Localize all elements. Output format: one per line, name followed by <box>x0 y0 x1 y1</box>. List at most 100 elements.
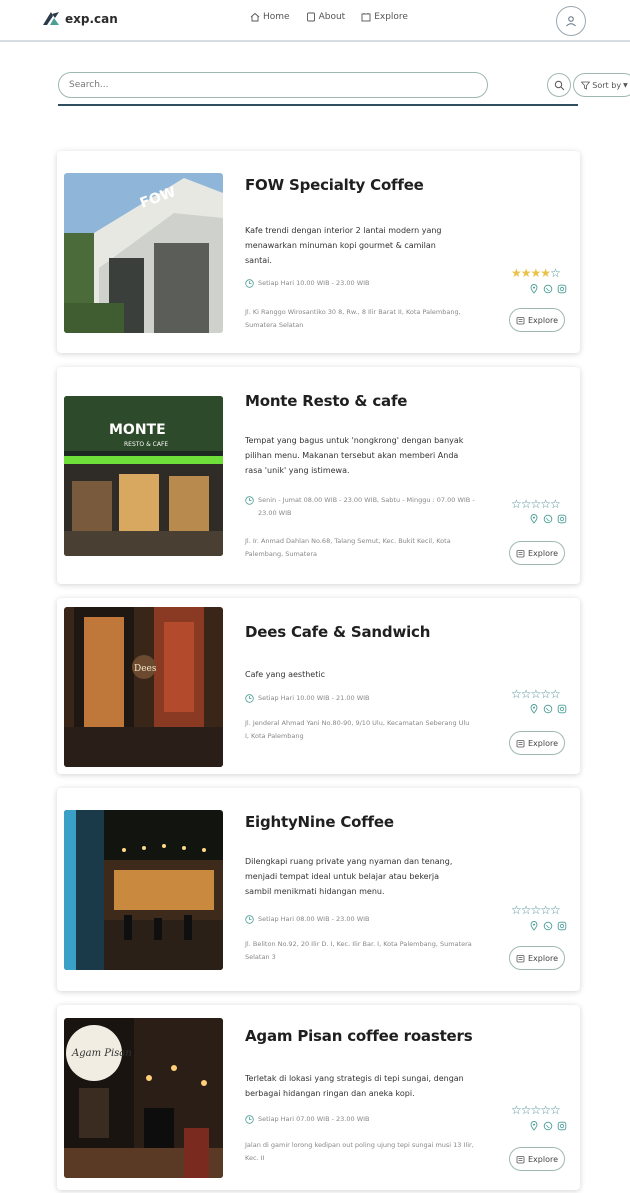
star-icon: ★ <box>511 266 522 280</box>
whatsapp-icon[interactable] <box>543 514 553 524</box>
filter-icon <box>581 81 591 90</box>
cafe-address: Jl. Beliton No.92, 20 Ilir D. I, Kec. Il… <box>245 940 472 961</box>
chevron-down-icon: ▼ <box>623 81 628 89</box>
cafe-hours: Setiap Hari 10.00 WIB - 23.00 WIB <box>245 277 475 290</box>
star-icon: ☆ <box>550 266 561 280</box>
cafe-hours: Setiap Hari 10.00 WIB - 21.00 WIB <box>245 692 475 705</box>
cafe-icon <box>516 954 525 962</box>
cafe-hours-text: Setiap Hari 10.00 WIB - 21.00 WIB <box>258 694 370 702</box>
svg-text:MONTE: MONTE <box>109 422 166 438</box>
search-icon <box>554 80 564 90</box>
cafe-title[interactable]: Agam Pisan coffee roasters <box>245 1027 473 1045</box>
whatsapp-icon[interactable] <box>543 1121 553 1131</box>
explore-button[interactable]: Explore <box>509 1147 565 1171</box>
cafe-title[interactable]: FOW Specialty Coffee <box>245 176 424 194</box>
search-bar: Sort by ▼ <box>58 72 630 104</box>
explore-button[interactable]: Explore <box>509 946 565 970</box>
cafe-hours-text: Senin - Jumat 08.00 WIB - 23.00 WIB, Sab… <box>258 496 475 517</box>
brand-logo[interactable]: exp.can <box>41 9 118 29</box>
svg-text:Dees: Dees <box>134 664 157 674</box>
main-nav: Home About Explore <box>250 12 408 22</box>
whatsapp-icon[interactable] <box>543 284 553 294</box>
home-icon <box>250 12 260 22</box>
cafe-title[interactable]: EightyNine Coffee <box>245 813 394 831</box>
contact-links <box>529 284 567 294</box>
contact-links <box>529 514 567 524</box>
cafe-address: Jalan di gamir lorong kedipan out poling… <box>245 1141 474 1162</box>
cafe-card: FOW FOW Specialty Coffee Kafe trendi den… <box>57 151 580 353</box>
star-icon: ☆☆☆☆☆ <box>511 1103 561 1117</box>
cafe-description: Kafe trendi dengan interior 2 lantai mod… <box>245 226 442 265</box>
clock-icon <box>245 694 254 703</box>
search-input[interactable] <box>58 72 488 98</box>
nav-home-label: Home <box>263 12 290 22</box>
divider <box>58 104 578 106</box>
instagram-icon[interactable] <box>557 284 567 294</box>
user-icon <box>566 16 576 27</box>
rating-stars: ★★★★☆ <box>511 266 561 280</box>
cafe-description: Terletak di lokasi yang strategis di tep… <box>245 1074 464 1098</box>
rating-stars: ☆☆☆☆☆ <box>511 904 561 916</box>
cafe-description: Tempat yang bagus untuk 'nongkrong' deng… <box>245 436 464 475</box>
contact-links <box>529 704 567 714</box>
explore-button[interactable]: Explore <box>509 308 565 332</box>
cafe-hours: Setiap Hari 07.00 WIB - 23.00 WIB <box>245 1113 475 1126</box>
location-icon[interactable] <box>529 704 539 714</box>
instagram-icon[interactable] <box>557 704 567 714</box>
explore-label: Explore <box>527 315 559 325</box>
cafe-photo[interactable]: Dees <box>64 607 223 767</box>
nav-explore-label: Explore <box>374 12 408 22</box>
clock-icon <box>245 915 254 924</box>
top-navbar: exp.can Home About Explore <box>0 0 630 42</box>
rating-stars: ☆☆☆☆☆ <box>511 497 561 511</box>
instagram-icon[interactable] <box>557 1121 567 1131</box>
explore-label: Explore <box>527 953 559 963</box>
instagram-icon[interactable] <box>557 514 567 524</box>
star-icon: ★ <box>530 266 542 280</box>
explore-label: Explore <box>527 548 559 558</box>
svg-text:RESTO & CAFE: RESTO & CAFE <box>124 441 168 448</box>
cafe-description: Cafe yang aesthetic <box>245 670 325 679</box>
nav-home[interactable]: Home <box>250 12 290 22</box>
cafe-hours: Senin - Jumat 08.00 WIB - 23.00 WIB, Sab… <box>245 494 475 520</box>
location-icon[interactable] <box>529 284 539 294</box>
whatsapp-icon[interactable] <box>543 921 553 931</box>
cafe-hours-text: Setiap Hari 07.00 WIB - 23.00 WIB <box>258 1115 370 1123</box>
cafe-card: MONTE RESTO & CAFE Monte Resto & cafe Te… <box>57 367 580 584</box>
explore-button[interactable]: Explore <box>509 541 565 565</box>
sort-label: Sort by <box>592 80 622 90</box>
contact-links <box>529 1121 567 1131</box>
cafe-icon <box>516 1155 525 1163</box>
sort-button[interactable]: Sort by ▼ <box>573 73 630 97</box>
cafe-photo[interactable]: Agam Pisan <box>64 1018 223 1178</box>
location-icon[interactable] <box>529 921 539 931</box>
explore-icon <box>361 13 371 22</box>
star-icon: ☆☆☆☆☆ <box>511 687 561 701</box>
instagram-icon[interactable] <box>557 921 567 931</box>
rating-stars: ☆☆☆☆☆ <box>511 687 561 701</box>
cafe-card: Dees Dees Cafe & Sandwich Cafe yang aest… <box>57 598 580 774</box>
svg-text:Agam Pisan: Agam Pisan <box>71 1048 132 1059</box>
clock-icon <box>245 279 254 288</box>
nav-about[interactable]: About <box>306 12 345 22</box>
nav-explore[interactable]: Explore <box>361 12 408 22</box>
brand-name: exp.can <box>65 12 118 26</box>
location-icon[interactable] <box>529 1121 539 1131</box>
cafe-title[interactable]: Dees Cafe & Sandwich <box>245 623 430 641</box>
rating-stars: ☆☆☆☆☆ <box>511 1103 561 1117</box>
star-icon: ★ <box>540 266 551 280</box>
cafe-address: Jl. Ir. Anmad Dahlan No.68, Talang Semut… <box>245 537 451 558</box>
explore-button[interactable]: Explore <box>509 731 565 755</box>
cafe-title[interactable]: Monte Resto & cafe <box>245 392 407 410</box>
cafe-photo[interactable]: FOW <box>64 173 223 333</box>
cafe-photo[interactable]: MONTE RESTO & CAFE <box>64 396 223 556</box>
cafe-card: EightyNine Coffee Dilengkapi ruang priva… <box>57 788 580 991</box>
cafe-address: Jl. Jenderal Ahmad Yani No.80-90, 9/10 U… <box>245 719 470 740</box>
profile-button[interactable] <box>556 6 586 36</box>
star-icon: ☆☆☆☆☆ <box>511 497 561 511</box>
search-button[interactable] <box>547 73 571 97</box>
location-icon[interactable] <box>529 514 539 524</box>
whatsapp-icon[interactable] <box>543 704 553 714</box>
cafe-hours: Setiap Hari 08.00 WIB - 23.00 WIB <box>245 913 475 926</box>
cafe-photo[interactable] <box>64 810 223 970</box>
